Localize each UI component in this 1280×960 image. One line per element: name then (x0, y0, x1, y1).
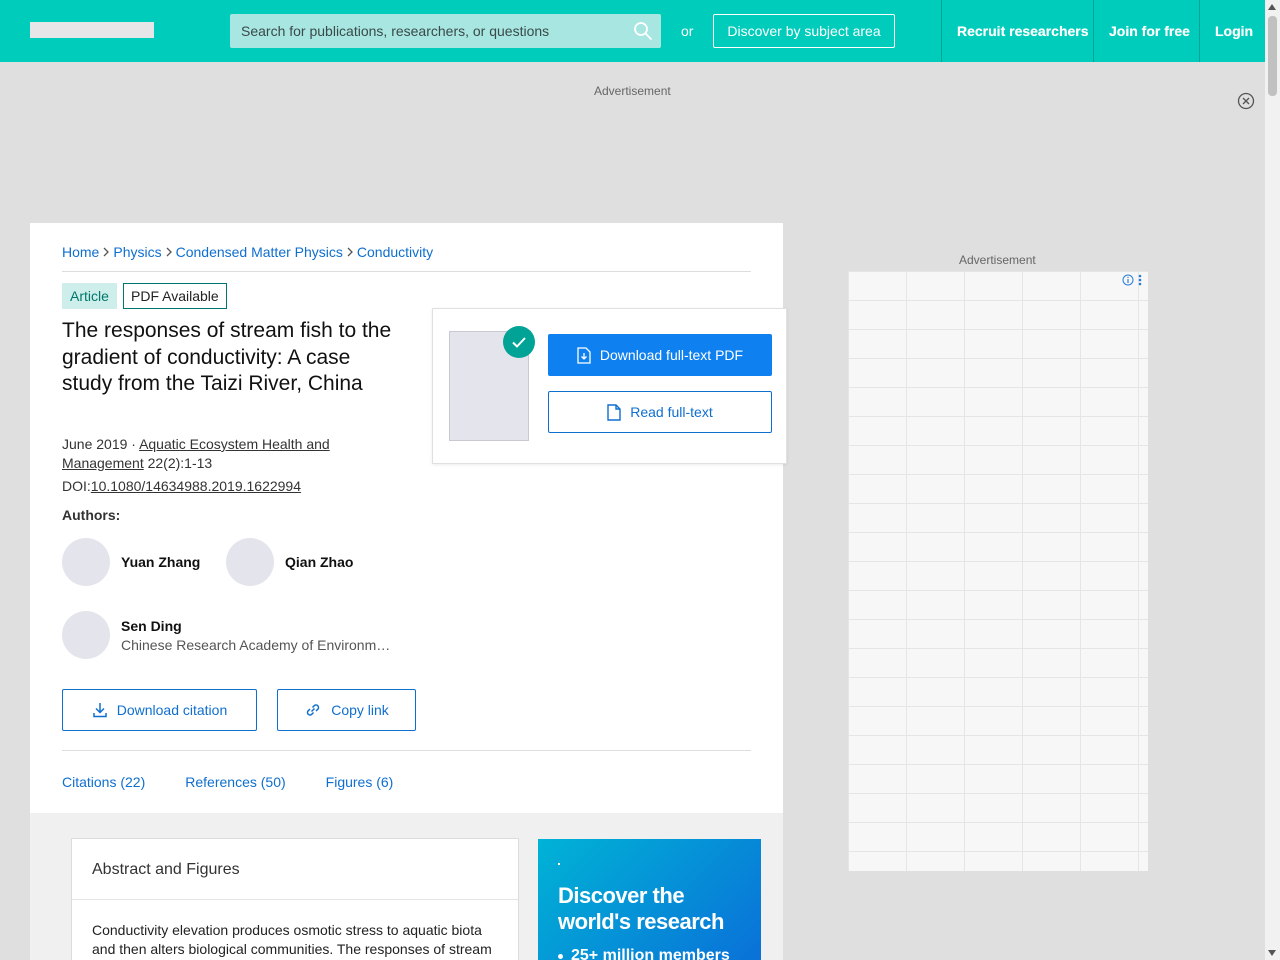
divider (62, 271, 751, 272)
author-item[interactable]: Yuan Zhang (62, 538, 200, 586)
scroll-up-arrow-icon[interactable] (1268, 4, 1276, 10)
tab-citations[interactable]: Citations (22) (62, 774, 145, 790)
article-type-badge: Article (62, 283, 117, 309)
publication-date: June 2019 · (62, 436, 140, 452)
document-icon (607, 403, 621, 421)
or-text: or (681, 23, 694, 39)
discover-by-subject-button[interactable]: Discover by subject area (713, 14, 895, 48)
divider (62, 750, 751, 751)
ad-choices[interactable] (1122, 274, 1142, 286)
checkmark-icon (512, 337, 526, 348)
promo-bullet-item: 25+ million members (558, 947, 730, 960)
promo-title: Discover the world's research (558, 883, 724, 934)
pdf-available-check (503, 326, 535, 358)
publication-meta: June 2019 · Aquatic Ecosystem Health and… (62, 435, 362, 473)
chevron-right-icon (103, 247, 110, 257)
nav-divider (1199, 0, 1200, 62)
top-ad-label: Advertisement (594, 84, 671, 98)
pdf-download-icon (577, 346, 591, 364)
pdf-preview-box: Download full-text PDF Read full-text (432, 308, 787, 464)
site-logo[interactable] (30, 22, 154, 38)
join-for-free-link[interactable]: Join for free (1109, 23, 1190, 39)
recruit-researchers-link[interactable]: Recruit researchers (957, 23, 1089, 39)
download-pdf-label: Download full-text PDF (599, 347, 744, 363)
side-ad-label: Advertisement (959, 253, 1036, 267)
avatar[interactable] (62, 611, 110, 659)
breadcrumb-physics[interactable]: Physics (113, 244, 161, 260)
discover-research-promo[interactable]: Discover the world's research 25+ millio… (538, 839, 761, 960)
author-name[interactable]: Qian Zhao (285, 554, 353, 570)
authors-label: Authors: (62, 507, 121, 523)
page-scrollbar[interactable] (1265, 0, 1280, 960)
article-title: The responses of stream fish to the grad… (62, 319, 392, 395)
tab-figures[interactable]: Figures (6) (326, 774, 394, 790)
download-full-text-pdf-button[interactable]: Download full-text PDF (548, 334, 772, 376)
side-ad-banner[interactable] (848, 271, 1148, 871)
search-input[interactable] (230, 14, 630, 48)
doi-line: DOI:10.1080/14634988.2019.1622994 (62, 478, 301, 494)
abstract-text: Conductivity elevation produces osmotic … (92, 922, 492, 957)
breadcrumb-home[interactable]: Home (62, 244, 99, 260)
author-name[interactable]: Sen Ding (121, 618, 391, 634)
search-box (230, 14, 661, 48)
tab-references[interactable]: References (50) (185, 774, 285, 790)
nav-divider (1093, 0, 1094, 62)
scroll-thumb[interactable] (1268, 16, 1277, 96)
close-ad-icon[interactable] (1237, 92, 1255, 110)
promo-bullet-text: 25+ million members (571, 947, 730, 960)
doi-link[interactable]: 10.1080/14634988.2019.1622994 (91, 478, 301, 494)
download-icon (92, 703, 107, 718)
abstract-card: Abstract and Figures Conductivity elevat… (71, 838, 519, 960)
pdf-available-badge: PDF Available (123, 283, 227, 309)
doi-label: DOI: (62, 478, 91, 494)
lower-content: Abstract and Figures Conductivity elevat… (30, 813, 783, 960)
read-full-text-button[interactable]: Read full-text (548, 391, 772, 433)
link-icon (306, 704, 320, 716)
download-citation-button[interactable]: Download citation (62, 689, 257, 731)
avatar[interactable] (226, 538, 274, 586)
info-icon[interactable] (1122, 274, 1134, 286)
author-item[interactable]: Qian Zhao (226, 538, 353, 586)
avatar[interactable] (62, 538, 110, 586)
read-full-text-label: Read full-text (630, 404, 713, 420)
volume-info: 22(2):1-13 (143, 455, 213, 471)
author-affiliation: Chinese Research Academy of Environmenta… (121, 636, 391, 653)
promo-dot (558, 863, 560, 865)
copy-link-button[interactable]: Copy link (277, 689, 416, 731)
scroll-down-arrow-icon[interactable] (1268, 950, 1276, 956)
download-citation-label: Download citation (116, 702, 228, 718)
more-options-icon[interactable] (1138, 274, 1142, 286)
nav-divider (941, 0, 942, 62)
author-name[interactable]: Yuan Zhang (121, 554, 200, 570)
chevron-right-icon (347, 247, 353, 257)
breadcrumb-conductivity[interactable]: Conductivity (357, 244, 433, 260)
top-navigation-bar: or Discover by subject area Recruit rese… (0, 0, 1265, 62)
abstract-heading: Abstract and Figures (72, 839, 518, 900)
bullet-icon (558, 953, 563, 959)
breadcrumb-condensed-matter-physics[interactable]: Condensed Matter Physics (176, 244, 343, 260)
article-tabs: Citations (22) References (50) Figures (… (62, 774, 433, 790)
chevron-right-icon (166, 247, 172, 257)
breadcrumb: Home Physics Condensed Matter Physics Co… (62, 244, 433, 260)
login-link[interactable]: Login (1215, 23, 1253, 39)
copy-link-label: Copy link (331, 702, 389, 718)
author-item[interactable]: Sen Ding Chinese Research Academy of Env… (62, 611, 391, 659)
search-icon[interactable] (633, 21, 653, 41)
